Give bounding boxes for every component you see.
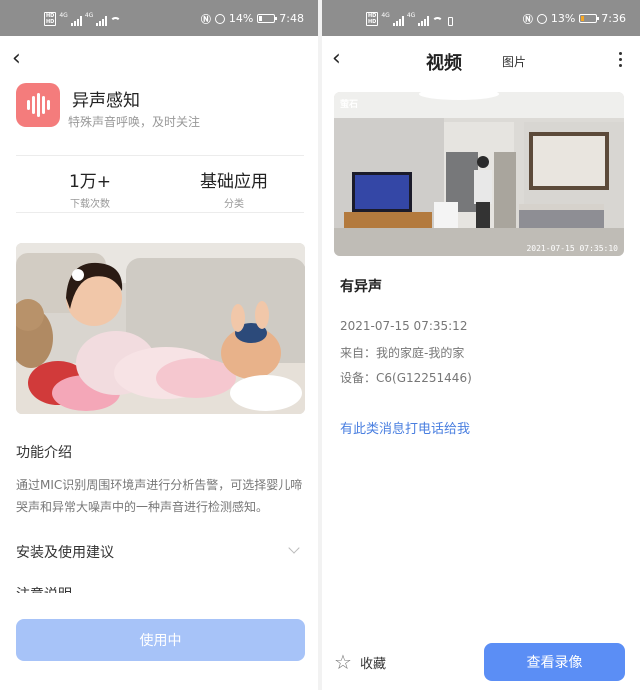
wifi-icon [432,17,444,26]
view-recording-button[interactable]: 查看录像 [484,643,625,681]
call-me-link[interactable]: 有此类消息打电话给我 [340,418,470,437]
network-type: 4G [59,12,68,19]
status-bar: HD HD 4G 4G Ⓝ 14% 7:48 [0,0,318,36]
status-bar: HD HD 4G 4G Ⓝ 13% 7:36 [322,0,640,36]
nfc-icon: Ⓝ [522,15,533,26]
media-tabs: 视频 图片 [322,48,640,75]
battery-percent: 13% [550,12,576,25]
hd-icon: HD HD [44,12,57,26]
stat-value: 基础应用 [200,172,268,192]
camera-snapshot[interactable]: 萤石 2021-07-15 07:35:10 [334,92,624,256]
small-battery-icon [448,17,454,26]
alarm-icon [536,13,547,24]
screenshot-composite: HD HD 4G 4G Ⓝ 14% 7:48 ‹ 异声感知 特殊声音呼唤，及时关注 [0,0,640,690]
intro-title: 功能介绍 [16,445,72,461]
alarm-icon [214,13,225,24]
battery-icon [579,14,600,23]
nfc-icon: Ⓝ [200,15,211,26]
event-source: 来自：我的家庭-我的家 [340,346,465,360]
intro-description: 通过MIC识别周围环境声进行分析告警，可选择婴儿啼哭声和异常大噪声中的一种声音进… [16,478,303,514]
stat-label: 分类 [224,199,244,210]
chevron-down-icon[interactable] [288,542,300,554]
more-options-icon[interactable] [619,52,622,67]
clock-time: 7:36 [601,12,626,25]
notes-title: 注意说明 [16,586,72,593]
back-arrow-icon[interactable]: ‹ [12,48,21,70]
event-time: 2021-07-15 07:35:12 [340,319,468,333]
download-count-stat: 1万+ 下载次数 [20,167,160,210]
battery-percent: 14% [228,12,254,25]
wifi-icon [110,17,122,26]
clock-time: 7:48 [279,12,304,25]
signal-icon-2 [418,16,430,26]
network-type-2: 4G [406,12,416,19]
divider [16,155,304,156]
signal-icon [392,16,404,26]
install-advice-title[interactable]: 安装及使用建议 [16,542,114,562]
stat-value: 1万+ [68,172,112,192]
battery-icon [257,14,278,23]
favorite-label: 收藏 [359,656,386,672]
divider [16,212,304,213]
app-detail-screen: HD HD 4G 4G Ⓝ 14% 7:48 ‹ 异声感知 特殊声音呼唤，及时关注 [0,0,318,690]
app-title: 异声感知 [72,91,140,111]
camera-brand-logo: 萤石 [340,100,359,110]
favorite-button[interactable]: ☆ 收藏 [334,652,386,672]
app-subtitle: 特殊声音呼唤，及时关注 [68,115,201,129]
star-icon: ☆ [334,650,352,674]
category-stat: 基础应用 分类 [164,167,304,210]
signal-icon-2 [96,16,108,26]
network-type-2: 4G [84,12,94,19]
network-type: 4G [381,12,390,19]
in-use-button[interactable]: 使用中 [16,619,305,661]
alert-detail-screen: HD HD 4G 4G Ⓝ 13% 7:36 ‹ 视频 图片 萤石 2021-0… [322,0,640,690]
event-device: 设备：C6(G12251446) [340,371,472,385]
feature-photo [16,243,305,414]
tab-video[interactable]: 视频 [426,49,462,75]
sound-wave-icon [16,83,60,127]
tab-picture[interactable]: 图片 [502,53,526,70]
camera-timestamp: 2021-07-15 07:35:10 [526,244,618,253]
stat-label: 下载次数 [70,199,110,210]
event-title: 有异声 [340,279,382,295]
signal-icon [70,16,82,26]
hd-icon: HD HD [366,12,379,26]
